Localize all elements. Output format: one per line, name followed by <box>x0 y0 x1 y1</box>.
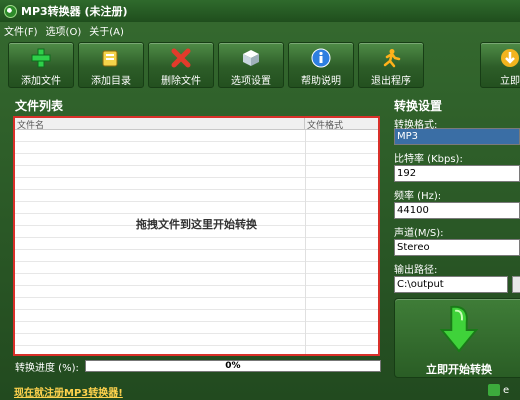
frequency-label: 频率 (Hz): <box>394 191 442 202</box>
exit-button[interactable]: 退出程序 <box>358 42 424 88</box>
progress-text: 0% <box>225 361 241 371</box>
progress-label: 转换进度 (%): <box>15 362 79 374</box>
status-right-text: e <box>503 384 510 396</box>
register-link[interactable]: 现在就注册MP3转换器! <box>14 384 123 399</box>
start-convert-label: 立即开始转换 <box>426 363 492 376</box>
big-down-arrow-icon <box>439 305 479 353</box>
status-bar: 现在就注册MP3转换器! e <box>0 382 520 400</box>
title-bar: MP3转换器 (未注册) <box>0 0 520 22</box>
browse-button[interactable] <box>512 276 520 293</box>
delete-file-button[interactable]: 删除文件 <box>148 42 214 88</box>
file-list-title: 文件列表 <box>15 99 64 113</box>
settings-panel: 转换格式: MP3 比特率 (Kbps): 192 频率 (Hz): 44100… <box>394 112 520 293</box>
cube-settings-icon <box>240 47 262 69</box>
menu-options[interactable]: 选项(O) <box>46 23 82 38</box>
delete-x-icon <box>170 47 192 69</box>
exit-label: 退出程序 <box>371 76 411 87</box>
help-button[interactable]: 帮助说明 <box>288 42 354 88</box>
add-file-label: 添加文件 <box>21 76 61 87</box>
conversion-progress-bar: 0% <box>84 360 381 372</box>
app-logo-icon <box>4 4 17 18</box>
options-settings-label: 选项设置 <box>231 76 271 87</box>
window-title: MP3转换器 (未注册) <box>21 5 128 18</box>
menu-file[interactable]: 文件(F) <box>4 23 38 38</box>
format-label: 转换格式: <box>394 120 438 131</box>
start-now-toolbar-button[interactable]: 立即 <box>480 42 520 88</box>
column-divider <box>305 130 306 354</box>
add-folder-button[interactable]: 添加目录 <box>78 42 144 88</box>
start-convert-button[interactable]: 立即开始转换 <box>394 298 520 378</box>
plus-icon <box>30 47 52 69</box>
menu-about[interactable]: 关于(A) <box>89 23 124 38</box>
options-settings-button[interactable]: 选项设置 <box>218 42 284 88</box>
menu-bar: 文件(F) 选项(O) 关于(A) <box>0 22 520 39</box>
toolbar: 添加文件 添加目录 删除文件 选项设置 帮助说明 退出程序 立即 <box>8 42 520 90</box>
output-path-label: 输出路径: <box>394 265 438 276</box>
exit-runner-icon <box>380 47 402 69</box>
status-right: e <box>488 384 509 396</box>
add-folder-label: 添加目录 <box>91 76 131 87</box>
file-list-header: 文件名 文件格式 <box>15 118 378 131</box>
column-filename[interactable]: 文件名 <box>15 118 305 131</box>
format-select[interactable]: MP3 <box>394 128 520 145</box>
delete-file-label: 删除文件 <box>161 76 201 87</box>
start-arrow-icon <box>499 47 520 69</box>
folder-icon <box>100 47 122 69</box>
start-now-toolbar-label: 立即 <box>500 76 520 87</box>
progress-row: 转换进度 (%): 0% <box>15 358 381 374</box>
drop-hint: 拖拽文件到这里开始转换 <box>136 218 257 231</box>
file-list[interactable]: 文件名 文件格式 拖拽文件到这里开始转换 <box>13 116 380 356</box>
column-format[interactable]: 文件格式 <box>305 118 378 131</box>
frequency-field[interactable]: 44100 <box>394 202 520 219</box>
output-path-field[interactable]: C:\output <box>394 276 508 293</box>
add-file-button[interactable]: 添加文件 <box>8 42 74 88</box>
bitrate-field[interactable]: 192 <box>394 165 520 182</box>
bitrate-label: 比特率 (Kbps): <box>394 154 463 165</box>
help-label: 帮助说明 <box>301 76 341 87</box>
channel-label: 声道(M/S): <box>394 228 444 239</box>
info-icon <box>310 47 332 69</box>
channel-field[interactable]: Stereo <box>394 239 520 256</box>
shield-icon <box>488 384 500 396</box>
output-path-row: C:\output <box>394 276 520 293</box>
